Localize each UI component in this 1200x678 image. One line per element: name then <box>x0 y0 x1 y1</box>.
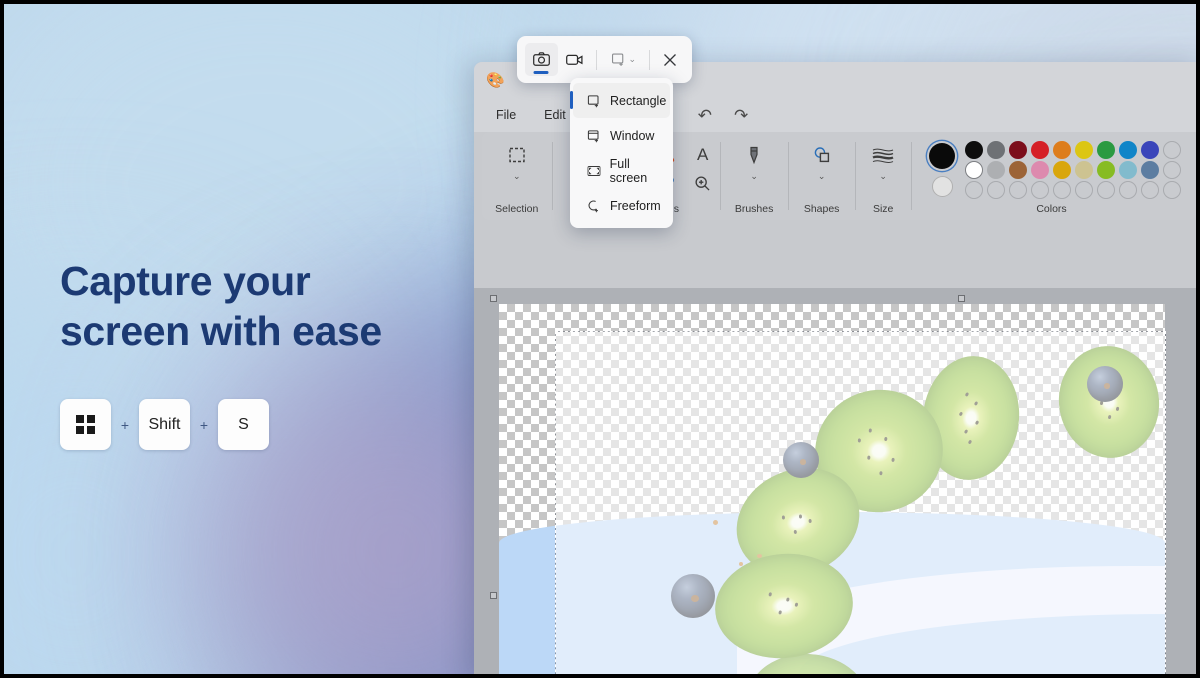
color-swatch[interactable] <box>1030 141 1049 159</box>
color-swatch[interactable] <box>1052 181 1071 199</box>
color-swatch[interactable] <box>1008 181 1027 199</box>
canvas-handle-top-left[interactable] <box>490 295 497 302</box>
primary-color-swatch[interactable] <box>929 143 955 169</box>
size-lines-icon[interactable] <box>868 140 898 170</box>
paint-canvas[interactable] <box>490 295 1166 674</box>
history-buttons: ↶ ↷ <box>698 107 749 124</box>
color-swatch[interactable] <box>964 141 983 159</box>
color-swatch[interactable] <box>1052 161 1071 179</box>
color-swatch[interactable] <box>1030 181 1049 199</box>
undo-icon[interactable]: ↶ <box>698 107 712 124</box>
snip-mode-menu: Rectangle Window Full screen Freeform <box>570 78 673 228</box>
menu-item-label: Window <box>610 128 655 143</box>
color-swatch[interactable] <box>1074 181 1093 199</box>
window-snip-icon <box>582 128 606 144</box>
shift-key: Shift <box>139 399 190 451</box>
color-swatch[interactable] <box>964 161 983 179</box>
toolbar-divider <box>595 49 597 70</box>
magnifier-icon[interactable] <box>688 168 718 198</box>
ribbon-group-size: ⌄ Size <box>855 132 911 220</box>
menu-file[interactable]: File <box>482 104 530 126</box>
color-swatch[interactable] <box>1008 141 1027 159</box>
color-swatch[interactable] <box>986 181 1005 199</box>
chevron-down-icon[interactable]: ⌄ <box>629 54 637 65</box>
paint-canvas-area[interactable] <box>474 288 1196 674</box>
menu-item-label: Freeform <box>610 198 661 213</box>
canvas-handle-left[interactable] <box>490 592 497 599</box>
selection-region[interactable] <box>555 331 1166 674</box>
toolbar-divider <box>649 49 651 70</box>
color-swatch[interactable] <box>1096 161 1115 179</box>
color-swatch[interactable] <box>1140 181 1159 199</box>
chevron-down-icon[interactable]: ⌄ <box>513 171 521 182</box>
colors-row <box>921 141 1182 199</box>
color-swatch[interactable] <box>1162 161 1181 179</box>
canvas-handle-top-right[interactable] <box>958 295 965 302</box>
s-key: S <box>218 399 269 451</box>
camera-icon[interactable] <box>525 43 558 76</box>
plus-separator-1: + <box>120 416 130 433</box>
color-swatch[interactable] <box>1074 161 1093 179</box>
menu-item-full-screen[interactable]: Full screen <box>573 153 670 188</box>
color-swatch[interactable] <box>1074 141 1093 159</box>
rectangle-select-icon[interactable] <box>502 140 532 170</box>
plus-separator-2: + <box>199 416 209 433</box>
color-swatch[interactable] <box>1162 181 1181 199</box>
ribbon-group-brushes: ⌄ Brushes <box>720 132 788 220</box>
hero-section: Capture your screen with ease + Shift + … <box>60 256 480 451</box>
color-swatch[interactable] <box>986 141 1005 159</box>
secondary-color-swatch[interactable] <box>931 176 953 197</box>
video-camera-icon[interactable] <box>558 43 591 76</box>
ribbon-label-colors: Colors <box>1036 203 1067 215</box>
color-swatch[interactable] <box>1118 141 1137 159</box>
windows-logo-icon <box>76 415 95 435</box>
menu-item-freeform[interactable]: Freeform <box>573 188 670 223</box>
ribbon-label-selection: Selection <box>495 203 539 215</box>
color-swatch[interactable] <box>1096 181 1115 199</box>
ribbon-group-colors: Colors <box>911 132 1196 220</box>
color-swatch[interactable] <box>1052 141 1071 159</box>
close-icon[interactable] <box>655 43 684 76</box>
brush-icon[interactable] <box>739 140 769 170</box>
color-swatch[interactable] <box>1140 161 1159 179</box>
color-swatch[interactable] <box>1096 141 1115 159</box>
keyboard-shortcut: + Shift + S <box>60 399 480 451</box>
headline-line-1: Capture your <box>60 258 311 304</box>
text-icon[interactable]: A <box>688 140 718 170</box>
color-swatch[interactable] <box>986 161 1005 179</box>
windows-key <box>60 399 111 451</box>
paint-palette-icon: 🎨 <box>486 71 505 89</box>
color-swatch[interactable] <box>1118 181 1137 199</box>
ribbon-label-brushes: Brushes <box>734 203 774 215</box>
color-palette <box>963 141 1182 199</box>
page-title: Capture your screen with ease <box>60 256 480 356</box>
shapes-icon[interactable] <box>807 140 837 170</box>
headline-line-2: screen with ease <box>60 308 382 355</box>
ribbon-group-shapes: ⌄ Shapes <box>787 132 856 220</box>
ribbon-label-shapes: Shapes <box>803 203 840 215</box>
freeform-snip-icon <box>582 198 606 214</box>
fullscreen-snip-icon <box>582 163 606 179</box>
menu-item-label: Rectangle <box>610 93 667 108</box>
color-swatch[interactable] <box>1008 161 1027 179</box>
chevron-down-icon[interactable]: ⌄ <box>879 171 887 182</box>
chevron-down-icon[interactable]: ⌄ <box>750 171 758 182</box>
ribbon-label-size: Size <box>872 203 894 215</box>
rectangle-snip-icon <box>582 93 606 109</box>
color-swatch[interactable] <box>1118 161 1137 179</box>
snipping-toolbar: ⌄ <box>517 36 692 83</box>
menu-item-rectangle[interactable]: Rectangle <box>570 83 670 118</box>
desktop-wallpaper: Capture your screen with ease + Shift + … <box>4 4 1196 674</box>
ribbon-group-selection: ⌄ Selection <box>482 132 552 220</box>
menu-item-label: Full screen <box>609 156 648 185</box>
color-swatch[interactable] <box>1162 141 1181 159</box>
color-swatch[interactable] <box>1140 141 1159 159</box>
current-colors <box>921 143 963 197</box>
color-swatch[interactable] <box>1030 161 1049 179</box>
color-swatch[interactable] <box>964 181 983 199</box>
chevron-down-icon[interactable]: ⌄ <box>818 171 826 182</box>
menu-item-window[interactable]: Window <box>573 118 670 153</box>
redo-icon[interactable]: ↷ <box>734 107 748 124</box>
snip-mode-button[interactable]: ⌄ <box>602 43 644 76</box>
